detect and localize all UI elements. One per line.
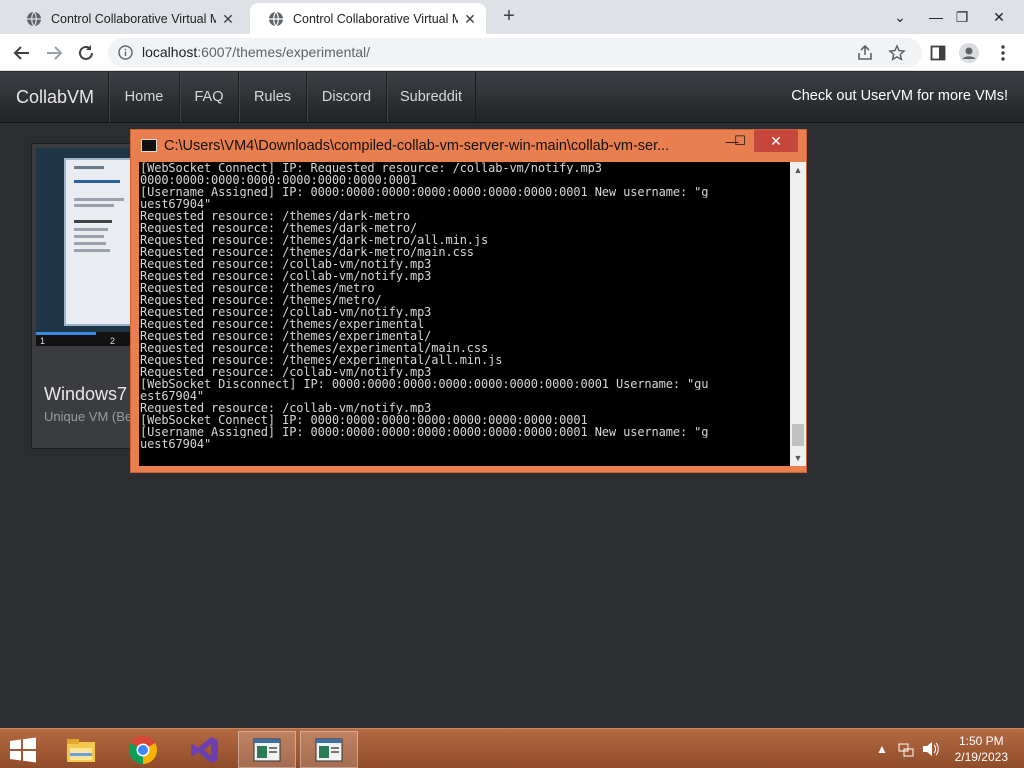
console-maximize-button[interactable]: ☐ <box>725 130 755 152</box>
clock-date: 2/19/2023 <box>954 750 1008 764</box>
progress-step-2: 2 <box>110 336 116 346</box>
console-line: Requested resource: /collab-vm/notify.mp… <box>140 270 432 282</box>
nav-discord[interactable]: Discord <box>306 72 386 122</box>
arrow-right-icon <box>47 46 63 60</box>
nav-home[interactable]: Home <box>108 72 179 122</box>
side-panel-button[interactable] <box>927 42 949 64</box>
network-icon[interactable] <box>898 729 914 768</box>
cmd-icon <box>141 139 157 152</box>
scroll-down-icon[interactable]: ▼ <box>790 450 806 466</box>
console-line: Requested resource: /themes/dark-metro/ <box>140 222 418 234</box>
chevron-down-icon[interactable]: ⌄ <box>883 0 917 34</box>
tab-close-icon[interactable]: ✕ <box>220 11 236 27</box>
show-hidden-icons-button[interactable]: ▲ <box>876 729 888 768</box>
back-button[interactable] <box>8 39 36 67</box>
console-scrollbar[interactable]: ▲ ▼ <box>790 162 806 466</box>
star-icon[interactable] <box>888 44 906 62</box>
site-navbar: CollabVM Home FAQ Rules Discord Subreddi… <box>0 72 1024 123</box>
close-window-button[interactable]: ✕ <box>982 0 1016 34</box>
nav-faq[interactable]: FAQ <box>179 72 238 122</box>
console-line: 0000:0000:0000:0000:0000:0000:0000:0001 <box>140 174 418 186</box>
console-line: [WebSocket Disconnect] IP: 0000:0000:000… <box>140 378 709 390</box>
visual-studio-icon <box>191 736 218 763</box>
taskbar-console-2[interactable] <box>300 731 358 768</box>
console-line: Requested resource: /themes/dark-metro/m… <box>140 246 474 258</box>
clock-time: 1:50 PM <box>958 734 1004 748</box>
taskbar-console-1[interactable] <box>238 731 296 768</box>
console-app-icon <box>253 738 281 761</box>
console-app-icon <box>315 738 343 761</box>
console-lines: [WebSocket Connect] IP: Requested resour… <box>140 162 780 450</box>
address-bar[interactable]: localhost:6007/themes/experimental/ <box>108 38 922 67</box>
arrow-left-icon <box>13 46 29 60</box>
console-line: [Username Assigned] IP: 0000:0000:0000:0… <box>140 186 709 198</box>
folder-icon <box>67 738 95 762</box>
url-text: localhost:6007/themes/experimental/ <box>142 44 370 60</box>
reload-button[interactable] <box>72 39 100 67</box>
console-line: Requested resource: /collab-vm/notify.mp… <box>140 366 432 378</box>
tab-title: Control Collaborative Virtual Ma <box>293 11 458 26</box>
tab-title: Control Collaborative Virtual Ma <box>51 11 216 26</box>
restore-button[interactable]: ❐ <box>945 0 979 34</box>
kebab-menu-icon <box>1001 45 1005 61</box>
scroll-up-icon[interactable]: ▲ <box>790 162 806 178</box>
progress-step-1: 1 <box>40 336 46 346</box>
tab-close-icon[interactable]: ✕ <box>462 11 478 27</box>
avatar-icon <box>959 43 979 63</box>
forward-button[interactable] <box>40 39 68 67</box>
info-icon[interactable] <box>118 45 133 60</box>
console-line: Requested resource: /themes/experimental… <box>140 354 503 366</box>
taskbar-visual-studio[interactable] <box>176 731 234 768</box>
menu-button[interactable] <box>992 42 1014 64</box>
browser-tab-2[interactable]: Control Collaborative Virtual Ma ✕ <box>250 3 486 34</box>
console-output[interactable]: [WebSocket Connect] IP: Requested resour… <box>139 162 790 466</box>
console-line: Requested resource: /themes/metro/ <box>140 294 382 306</box>
console-close-button[interactable]: ✕ <box>754 130 798 152</box>
console-line: Requested resource: /themes/metro <box>140 282 375 294</box>
reload-icon <box>79 45 93 60</box>
console-line: Requested resource: /themes/experimental… <box>140 342 489 354</box>
scroll-thumb[interactable] <box>792 424 804 446</box>
console-line: Requested resource: /collab-vm/notify.mp… <box>140 306 432 318</box>
profile-button[interactable] <box>958 42 980 64</box>
console-line: [WebSocket Connect] IP: Requested resour… <box>140 162 602 174</box>
site-brand[interactable]: CollabVM <box>16 87 94 108</box>
side-panel-icon <box>930 45 946 61</box>
console-window[interactable]: C:\Users\VM4\Downloads\compiled-collab-v… <box>130 129 807 473</box>
url-host: localhost <box>142 44 198 60</box>
system-clock[interactable]: 1:50 PM 2/19/2023 <box>955 733 1008 765</box>
chrome-icon <box>129 735 157 764</box>
taskbar: ▲ 1:50 PM 2/19/2023 <box>0 728 1024 768</box>
browser-tabstrip: Control Collaborative Virtual Ma ✕ Contr… <box>0 0 1024 34</box>
console-line: Requested resource: /themes/dark-metro <box>140 210 410 222</box>
uservm-promo-link[interactable]: Check out UserVM for more VMs! <box>791 88 1008 104</box>
windows-start-icon[interactable] <box>8 737 38 763</box>
vm-subtitle: Unique VM (Be <box>44 409 133 424</box>
console-titlebar[interactable]: C:\Users\VM4\Downloads\compiled-collab-v… <box>131 130 806 160</box>
console-line: Requested resource: /themes/dark-metro/a… <box>140 234 489 246</box>
vm-title: Windows7 <box>44 384 128 404</box>
nav-rules[interactable]: Rules <box>238 72 306 122</box>
console-line: [Username Assigned] IP: 0000:0000:0000:0… <box>140 426 709 438</box>
console-line: Requested resource: /collab-vm/notify.mp… <box>140 258 432 270</box>
browser-tab-1[interactable]: Control Collaborative Virtual Ma ✕ <box>8 3 244 34</box>
globe-icon <box>27 11 41 26</box>
new-tab-button[interactable]: + <box>498 6 520 28</box>
browser-toolbar: localhost:6007/themes/experimental/ <box>0 34 1024 71</box>
share-icon[interactable] <box>856 44 874 62</box>
volume-icon[interactable] <box>922 729 940 768</box>
console-line: est67904" <box>140 390 204 402</box>
taskbar-chrome[interactable] <box>114 731 172 768</box>
console-line: Requested resource: /collab-vm/notify.mp… <box>140 402 432 414</box>
console-line: uest67904" <box>140 198 212 210</box>
console-line: [WebSocket Connect] IP: 0000:0000:0000:0… <box>140 414 588 426</box>
console-line: Requested resource: /themes/experimental… <box>140 330 432 342</box>
console-line: uest67904" <box>140 438 212 450</box>
console-line: Requested resource: /themes/experimental <box>140 318 425 330</box>
globe-icon <box>269 11 283 26</box>
url-path: :6007/themes/experimental/ <box>197 44 371 60</box>
taskbar-file-explorer[interactable] <box>52 731 110 768</box>
console-title: C:\Users\VM4\Downloads\compiled-collab-v… <box>164 138 670 154</box>
nav-subreddit[interactable]: Subreddit <box>386 72 476 122</box>
